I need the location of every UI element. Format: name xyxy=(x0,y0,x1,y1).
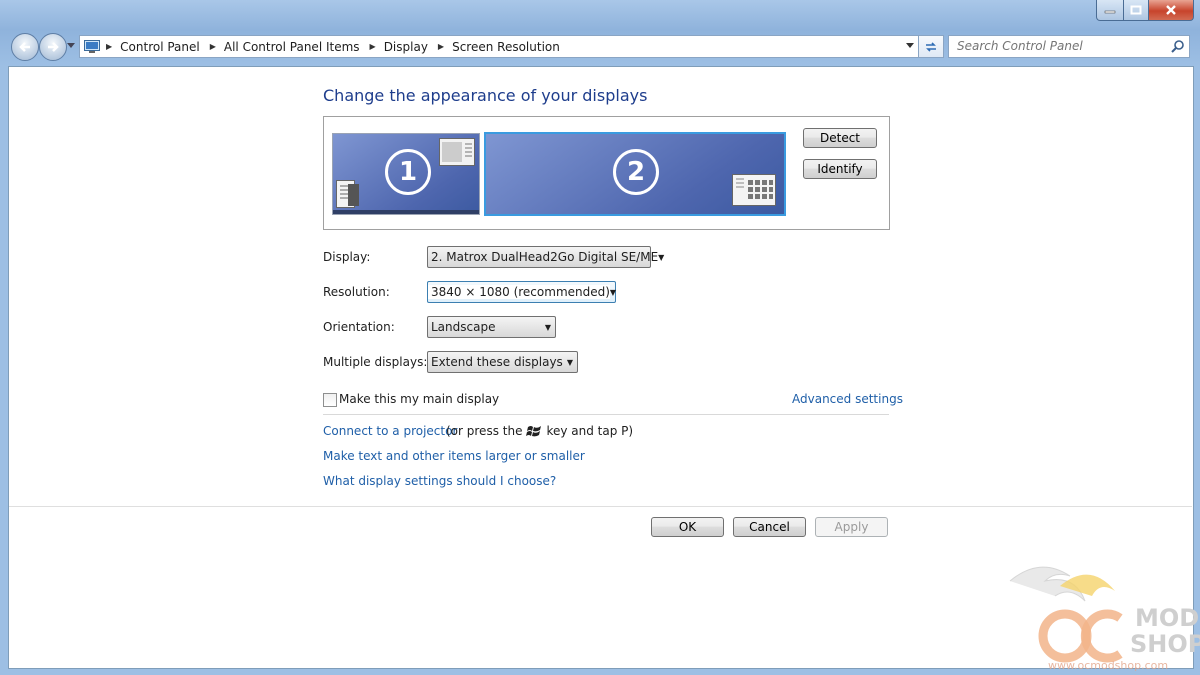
display-select-value: 2. Matrox DualHead2Go Digital SE/ME xyxy=(431,250,659,264)
minimize-icon xyxy=(1104,10,1116,14)
breadcrumb-separator-icon[interactable]: ▶ xyxy=(210,42,216,51)
breadcrumb-all-items[interactable]: All Control Panel Items xyxy=(224,40,360,54)
ocmodshop-watermark-logo: MOD SHOP www.ocmodshop.com xyxy=(1009,566,1200,671)
search-box xyxy=(948,35,1190,58)
monitor-number: 2 xyxy=(613,149,659,195)
divider xyxy=(323,414,889,415)
close-icon xyxy=(1166,5,1176,15)
resolution-label: Resolution: xyxy=(323,285,390,299)
chevron-down-icon: ▼ xyxy=(544,322,552,332)
breadcrumb: Control Panel ▶ All Control Panel Items … xyxy=(120,40,560,54)
chevron-down-icon: ▼ xyxy=(566,357,574,367)
orientation-select[interactable]: Landscape ▼ xyxy=(427,316,556,338)
display-arrangement: 1 2 Detect Identify xyxy=(323,116,890,230)
multiple-displays-select-value: Extend these displays xyxy=(431,355,563,369)
recent-pages-dropdown-icon[interactable] xyxy=(67,43,75,49)
chevron-down-icon: ▼ xyxy=(609,287,617,297)
display-select[interactable]: 2. Matrox DualHead2Go Digital SE/ME ▼ xyxy=(427,246,664,268)
calendar-thumbnail-icon xyxy=(732,174,776,206)
svg-text:SHOP: SHOP xyxy=(1130,630,1200,658)
multiple-displays-select[interactable]: Extend these displays ▼ xyxy=(427,351,578,373)
monitor-number: 1 xyxy=(385,149,431,195)
breadcrumb-screen-resolution[interactable]: Screen Resolution xyxy=(452,40,560,54)
projector-hint-suffix: key and tap P) xyxy=(546,424,634,438)
back-arrow-icon xyxy=(19,42,30,52)
monitor-1[interactable]: 1 xyxy=(332,133,480,215)
resolution-select[interactable]: 3840 × 1080 (recommended) ▼ xyxy=(427,281,616,303)
projector-hint: (or press the key and tap P) xyxy=(446,424,633,438)
refresh-button[interactable] xyxy=(918,35,944,58)
address-dropdown-icon[interactable] xyxy=(906,43,914,49)
identify-button[interactable]: Identify xyxy=(803,159,877,179)
svg-text:www.ocmodshop.com: www.ocmodshop.com xyxy=(1048,659,1168,671)
text-size-link[interactable]: Make text and other items larger or smal… xyxy=(323,449,585,463)
orientation-select-value: Landscape xyxy=(431,320,496,334)
main-display-label[interactable]: Make this my main display xyxy=(339,392,499,406)
svg-text:MOD: MOD xyxy=(1135,604,1199,632)
chevron-down-icon: ▼ xyxy=(658,252,665,262)
footer-divider xyxy=(9,506,1192,507)
page-title: Change the appearance of your displays xyxy=(323,86,648,105)
connect-projector-link[interactable]: Connect to a projector xyxy=(323,424,457,438)
control-panel-icon xyxy=(84,39,100,53)
multiple-displays-label: Multiple displays: xyxy=(323,355,428,369)
refresh-icon xyxy=(926,41,936,52)
address-bar[interactable]: ▶ Control Panel ▶ All Control Panel Item… xyxy=(79,35,919,58)
maximize-icon xyxy=(1130,5,1142,15)
monitor-2[interactable]: 2 xyxy=(484,132,786,216)
maximize-button[interactable] xyxy=(1124,0,1149,21)
window-controls xyxy=(1096,0,1194,21)
search-input[interactable] xyxy=(949,36,1162,55)
breadcrumb-separator-icon[interactable]: ▶ xyxy=(438,42,444,51)
window-thumbnail-icon xyxy=(439,138,475,166)
back-button[interactable] xyxy=(11,33,39,61)
forward-arrow-icon xyxy=(48,42,59,52)
display-label: Display: xyxy=(323,250,371,264)
cancel-button[interactable]: Cancel xyxy=(733,517,806,537)
minimize-button[interactable] xyxy=(1096,0,1124,21)
windows-logo-icon xyxy=(526,426,542,437)
close-button[interactable] xyxy=(1149,0,1194,21)
forward-button[interactable] xyxy=(39,33,67,61)
orientation-label: Orientation: xyxy=(323,320,395,334)
search-icon[interactable] xyxy=(1171,40,1184,53)
apply-button[interactable]: Apply xyxy=(815,517,888,537)
which-settings-link[interactable]: What display settings should I choose? xyxy=(323,474,556,488)
start-menu-thumbnail-icon xyxy=(336,180,359,208)
detect-button[interactable]: Detect xyxy=(803,128,877,148)
main-display-checkbox[interactable] xyxy=(323,393,337,407)
projector-hint-prefix: (or press the xyxy=(446,424,523,438)
advanced-settings-link[interactable]: Advanced settings xyxy=(792,392,903,406)
breadcrumb-display[interactable]: Display xyxy=(384,40,428,54)
breadcrumb-separator-icon[interactable]: ▶ xyxy=(370,42,376,51)
resolution-select-value: 3840 × 1080 (recommended) xyxy=(428,285,610,299)
breadcrumb-control-panel[interactable]: Control Panel xyxy=(120,40,200,54)
ok-button[interactable]: OK xyxy=(651,517,724,537)
breadcrumb-separator-icon: ▶ xyxy=(106,42,113,51)
